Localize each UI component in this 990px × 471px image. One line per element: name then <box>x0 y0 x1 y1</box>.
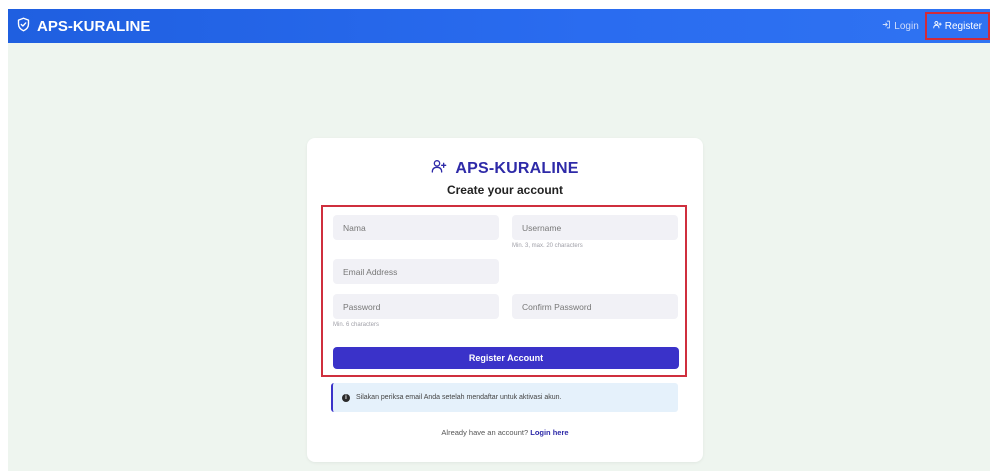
info-icon: i <box>342 393 350 402</box>
nav-login-link[interactable]: Login <box>876 20 924 32</box>
info-alert: i Silakan periksa email Anda setelah men… <box>331 383 678 412</box>
confirm-password-input[interactable] <box>512 294 678 319</box>
login-here-link[interactable]: Login here <box>530 428 568 437</box>
register-account-button[interactable]: Register Account <box>333 347 679 369</box>
brand-text: APS-KURALINE <box>37 17 151 35</box>
user-plus-icon <box>431 158 447 179</box>
register-card: APS-KURALINE Create your account Min. 3,… <box>307 138 703 462</box>
card-subtitle: Create your account <box>446 183 564 197</box>
nav-register-link[interactable]: Register <box>924 12 990 40</box>
email-input[interactable] <box>333 259 499 284</box>
navbar-brand[interactable]: APS-KURALINE <box>16 17 150 36</box>
user-plus-icon <box>933 20 942 32</box>
login-prompt-text: Already have an account? <box>441 428 529 437</box>
register-form: Min. 3, max. 20 characters Min. 6 charac… <box>321 205 687 377</box>
login-icon <box>882 20 891 32</box>
password-input[interactable] <box>333 294 499 319</box>
nav-login-label: Login <box>894 20 919 32</box>
card-title-text: APS-KURALINE <box>455 159 579 177</box>
info-message: Silakan periksa email Anda setelah menda… <box>356 394 562 401</box>
password-hint: Min. 6 characters <box>333 322 380 328</box>
nav-register-label: Register <box>944 20 982 32</box>
nav-links: Login Register <box>876 9 990 43</box>
username-hint: Min. 3, max. 20 characters <box>512 243 583 249</box>
username-input[interactable] <box>512 215 678 240</box>
nama-input[interactable] <box>333 215 499 240</box>
card-title: APS-KURALINE <box>307 158 703 179</box>
shield-icon <box>16 17 31 36</box>
login-prompt: Already have an account? Login here <box>307 428 703 437</box>
top-navbar: APS-KURALINE Login Register <box>8 9 990 43</box>
